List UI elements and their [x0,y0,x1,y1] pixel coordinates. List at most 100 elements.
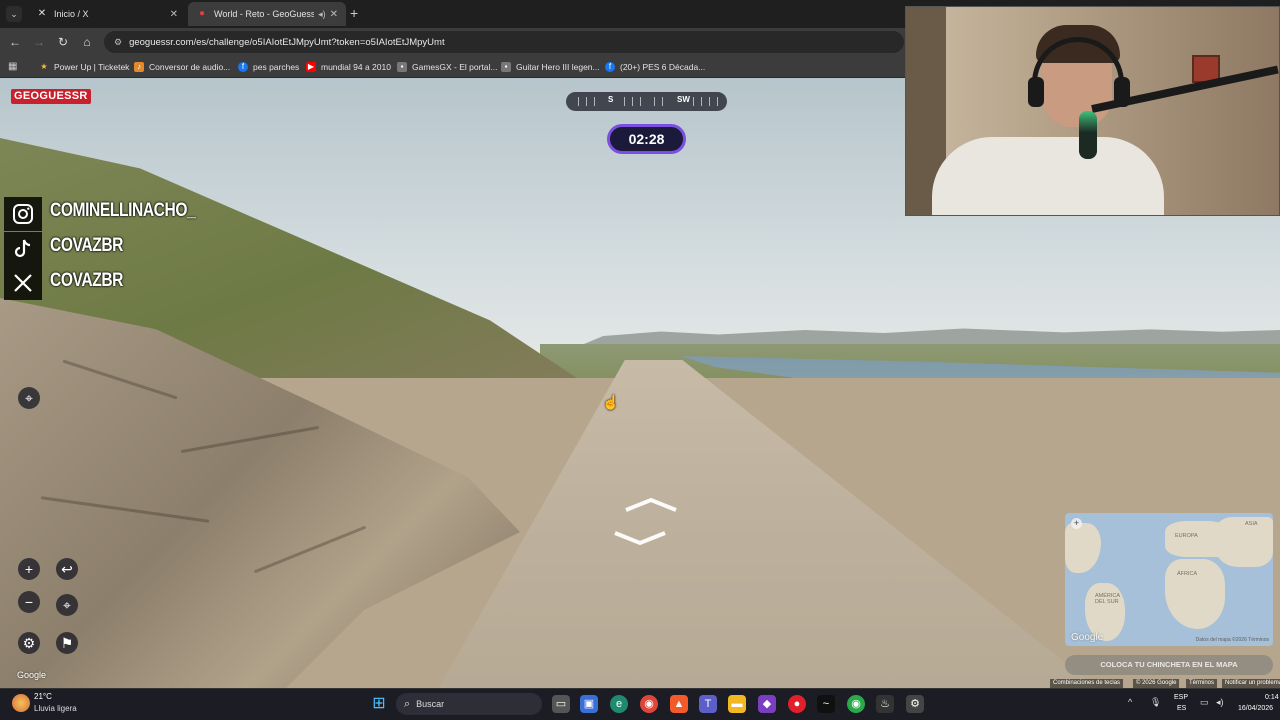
zoom-out-button[interactable]: − [18,591,40,613]
back-arrow-icon[interactable]: ← [7,34,23,50]
return-to-start-icon[interactable]: ⌖ [56,594,78,616]
star-icon: ★ [40,62,48,71]
move-forward-arrow[interactable] [624,497,678,513]
map-label: EUROPA [1175,533,1198,539]
home-icon[interactable]: ⌂ [79,34,95,50]
recording-app-icon[interactable]: ● [788,695,806,713]
map-pin-icon: ● [198,8,206,19]
instagram-badge [4,197,42,231]
bookmark-item[interactable]: f pes parches [238,60,299,74]
weather-temperature[interactable]: 21°C [34,692,52,701]
map-land [1065,523,1101,573]
webcam-overlay [905,6,1280,216]
round-timer: 02:28 [607,124,686,154]
compass-direction: S [608,95,614,104]
map-land [1215,517,1273,567]
move-back-arrow[interactable] [613,530,667,546]
place-pin-button[interactable]: COLOCA TU CHINCHETA EN EL MAPA [1065,655,1273,675]
edge-icon[interactable]: e [610,695,628,713]
terminal-icon[interactable]: ~ [817,695,835,713]
bookmark-item[interactable]: ▪ Guitar Hero III legen... [501,60,600,74]
task-view-icon[interactable]: ▭ [552,695,570,713]
headset-cup [1028,77,1044,107]
undo-move-icon[interactable]: ↩ [56,558,78,580]
bookmark-item[interactable]: f (20+) PES 6 Década... [605,60,705,74]
brave-icon[interactable]: ▲ [670,695,688,713]
chrome-profile-icon[interactable]: ◉ [847,695,865,713]
tab-title: Inicio / X [54,9,89,19]
desktop: ⌄ ✕ Inicio / X ✕ ● World - Reto - GeoGue… [0,0,1280,720]
hand-cursor-icon: ☝ [602,394,620,410]
compass: S SW [566,92,727,111]
reload-icon[interactable]: ↻ [55,34,71,50]
clock-date[interactable]: 16/04/2026 [1238,705,1273,712]
steam-icon[interactable]: ♨ [876,695,894,713]
flag-icon[interactable]: ⚑ [56,632,78,654]
geoguessr-logo[interactable]: GEOGUESSR [11,89,91,104]
site-info-icon[interactable]: ⚙ [114,37,122,48]
forward-arrow-icon[interactable]: → [31,34,47,50]
store-icon[interactable]: ▣ [580,695,598,713]
map-label: AMÉRICA DEL SUR [1095,593,1120,605]
bookmark-item[interactable]: ♪ Conversor de audio... [134,60,230,74]
map-attribution: Datos del mapa ©2026 Términos [1195,637,1269,643]
tab-x[interactable]: ✕ Inicio / X ✕ [28,2,186,26]
bookmark-item[interactable]: ★ Power Up | Ticketek [39,60,129,74]
close-icon[interactable]: ✕ [170,9,178,20]
tiktok-handle: COVAZBR [50,235,124,256]
x-handle: COVAZBR [50,270,124,291]
search-icon: ⌕ [404,697,411,710]
audio-converter-icon: ♪ [134,62,144,72]
language-indicator[interactable]: ESP [1174,694,1188,701]
attribution-link[interactable]: Combinaciones de teclas [1050,679,1124,688]
tab-search-button[interactable]: ⌄ [6,6,22,22]
apps-grid-icon[interactable]: ▦ [8,61,19,72]
address-bar[interactable]: ⚙ geoguessr.com/es/challenge/o5IAIotEtJM… [104,31,904,53]
bookmark-item[interactable]: ▶ mundial 94 a 2010 [306,60,391,74]
weather-icon[interactable] [12,694,30,712]
chrome-icon[interactable]: ◉ [640,695,658,713]
map-label: ÁFRICA [1177,571,1198,577]
x-logo-icon: ✕ [37,8,47,19]
instagram-icon [13,204,33,224]
x-logo-icon [14,274,32,292]
settings-icon[interactable]: ⚙ [906,695,924,713]
settings-gear-icon[interactable]: ⚙ [18,632,40,654]
map-label: ASIA [1245,521,1258,527]
bookmark-item[interactable]: ▪ GamesGX - El portal... [397,60,498,74]
app-icon[interactable]: ◆ [758,695,776,713]
youtube-icon: ▶ [306,62,316,72]
microphone-icon [1079,111,1097,159]
folder-icon[interactable]: ▬ [728,695,746,713]
map-pin-icon[interactable]: ⌖ [18,387,40,409]
facebook-icon: f [238,62,248,72]
map-land [1165,559,1225,629]
chevron-up-icon[interactable]: ^ [1128,697,1132,707]
x-badge [4,266,42,300]
windows-start-icon[interactable]: ⊞ [370,695,388,713]
page-icon: ▪ [501,62,511,72]
speaker-icon[interactable]: ◂) [318,9,326,20]
zoom-in-button[interactable]: + [18,558,40,580]
weather-description[interactable]: Lluvia ligera [34,704,77,713]
language-indicator-sub[interactable]: ES [1177,705,1186,712]
streamer-shirt [932,137,1164,215]
tab-geoguessr[interactable]: ● World - Reto - GeoGuessr ◂) ✕ [188,2,346,26]
guess-minimap[interactable]: + EUROPA ÁFRICA AMÉRICA DEL SUR ASIA Goo… [1065,513,1273,646]
attribution-text: © 2026 Google [1133,679,1180,688]
clock-time[interactable]: 0:14 [1265,694,1279,701]
close-icon[interactable]: ✕ [330,9,338,20]
network-icon[interactable]: ▭ [1200,697,1209,708]
volume-icon[interactable]: ◂) [1216,697,1224,708]
taskbar-search[interactable]: ⌕ Buscar [396,693,542,715]
page-icon: ▪ [397,62,407,72]
facebook-icon: f [605,62,615,72]
attribution-link[interactable]: Términos [1186,679,1218,688]
new-tab-button[interactable]: + [350,5,358,21]
attribution-link[interactable]: Notificar un problema [1222,679,1280,688]
teams-icon[interactable]: T [699,695,717,713]
microphone-tray-icon[interactable]: 🎙 [1150,697,1161,708]
tiktok-icon [14,239,31,258]
url-text: geoguessr.com/es/challenge/o5IAIotEtJMpy… [129,36,445,48]
map-expand-icon[interactable]: + [1071,518,1082,529]
